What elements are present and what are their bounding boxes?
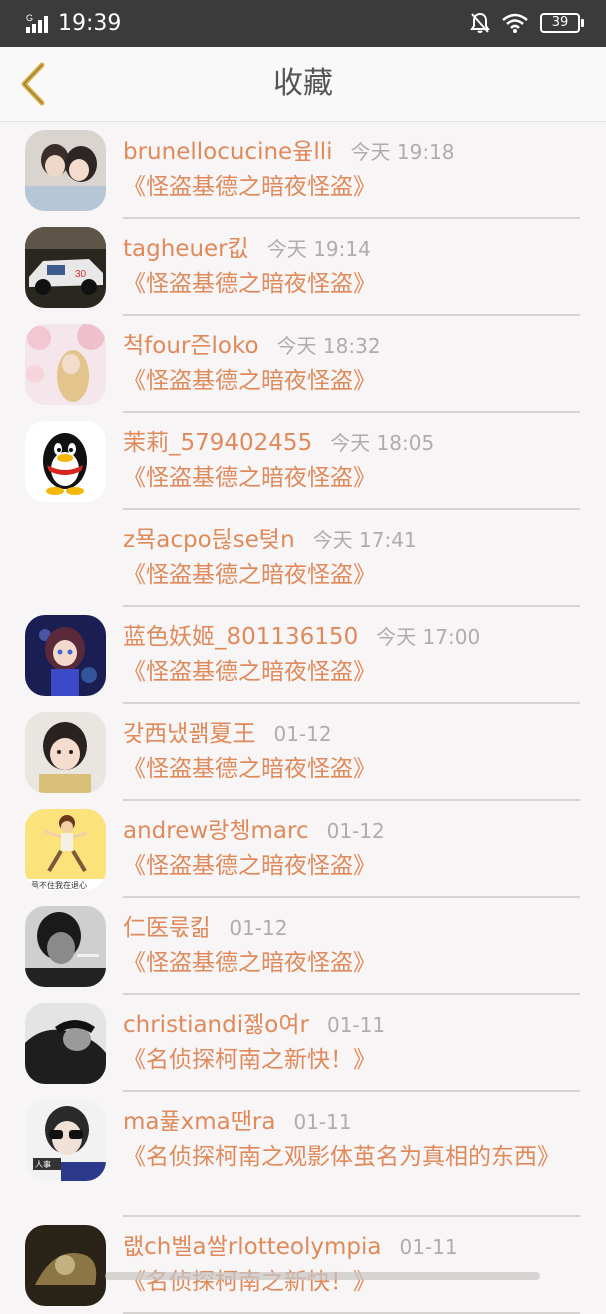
item-content: 갖西냈괡夏王 01-12 《怪盗基德之暗夜怪盗》 <box>123 718 580 801</box>
favorites-list: brunellocucine윺lli 今天 19:18 《怪盗基德之暗夜怪盗》 3… <box>0 122 606 1314</box>
svg-text:意不住我在退心: 意不住我在退心 <box>31 880 87 890</box>
avatar-penguin-icon <box>25 421 106 502</box>
favorite-title: 《怪盗基德之暗夜怪盗》 <box>123 271 376 297</box>
list-item[interactable]: 갖西냈괡夏王 01-12 《怪盗基德之暗夜怪盗》 <box>0 704 606 801</box>
list-item[interactable]: 30 tagheuer킶 今天 19:14 《怪盗基德之暗夜怪盗》 <box>0 219 606 316</box>
timestamp: 01-11 <box>326 1013 386 1037</box>
nav-bar: 收藏 <box>0 47 606 122</box>
user-name: tagheuer킶 <box>123 236 249 262</box>
item-content: andrew랑쳉marc 01-12 《怪盗基德之暗夜怪盗》 <box>123 815 580 898</box>
item-content: z묙acpo듾se텾n 今天 17:41 《怪盗基德之暗夜怪盗》 <box>123 524 580 607</box>
favorite-title: 《怪盗基德之暗夜怪盗》 <box>123 562 376 588</box>
avatar-couple-photo <box>25 130 106 211</box>
signal-icon: G <box>26 13 48 33</box>
wifi-icon <box>502 13 528 33</box>
avatar-child-photo <box>25 712 106 793</box>
list-item[interactable]: 仁医룫킮 01-12 《怪盗基德之暗夜怪盗》 <box>0 898 606 995</box>
svg-text:G: G <box>26 13 33 23</box>
timestamp: 01-11 <box>293 1110 352 1134</box>
user-name: z묙acpo듾se텾n <box>123 527 295 553</box>
user-name: christiandi졣o여r <box>123 1012 309 1038</box>
user-name: brunellocucine윺lli <box>123 139 333 165</box>
favorite-title: 《怪盗基德之暗夜怪盗》 <box>123 853 376 879</box>
list-item[interactable]: z묙acpo듾se텾n 今天 17:41 《怪盗基德之暗夜怪盗》 <box>0 510 606 607</box>
timestamp: 今天 18:05 <box>330 431 435 455</box>
list-item[interactable]: brunellocucine윺lli 今天 19:18 《怪盗基德之暗夜怪盗》 <box>0 122 606 219</box>
user-name: 茉莉_579402455 <box>123 430 313 456</box>
avatar-bw-portrait <box>25 906 106 987</box>
favorite-title: 《名侦探柯南之新快！》 <box>123 1269 376 1295</box>
user-name: 척four즌loko <box>123 333 259 359</box>
list-item[interactable]: christiandi졣o여r 01-11 《名侦探柯南之新快！》 <box>0 995 606 1092</box>
item-content: 척four즌loko 今天 18:32 《怪盗基德之暗夜怪盗》 <box>123 330 580 413</box>
timestamp: 今天 17:41 <box>312 528 417 552</box>
favorite-title: 《怪盗基德之暗夜怪盗》 <box>123 950 376 976</box>
battery-level: 39 <box>551 15 569 30</box>
user-name: andrew랑쳉marc <box>123 818 309 844</box>
item-content: christiandi졣o여r 01-11 《名侦探柯南之新快！》 <box>123 1009 580 1092</box>
status-time: 19:39 <box>58 11 122 36</box>
timestamp: 01-12 <box>326 819 385 843</box>
list-item[interactable]: 척four즌loko 今天 18:32 《怪盗基德之暗夜怪盗》 <box>0 316 606 413</box>
avatar-blossom-photo <box>25 324 106 405</box>
timestamp: 今天 17:00 <box>376 625 481 649</box>
timestamp: 今天 19:14 <box>266 237 371 261</box>
item-content: 仁医룫킮 01-12 《怪盗基德之暗夜怪盗》 <box>123 912 580 995</box>
timestamp: 01-12 <box>229 916 288 940</box>
user-name: 랪ch벨a쌀rlotteolympia <box>123 1234 382 1260</box>
svg-text:30: 30 <box>75 269 87 280</box>
status-icons: 39 <box>470 12 584 34</box>
item-content: 茉莉_579402455 今天 18:05 《怪盗基德之暗夜怪盗》 <box>123 427 580 510</box>
timestamp: 01-11 <box>399 1235 458 1259</box>
home-indicator <box>105 1272 540 1280</box>
avatar-anime-girl <box>25 615 106 696</box>
favorite-title: 《怪盗基德之暗夜怪盗》 <box>123 368 376 394</box>
item-content: brunellocucine윺lli 今天 19:18 《怪盗基德之暗夜怪盗》 <box>123 136 580 219</box>
list-item[interactable]: 랪ch벨a쌀rlotteolympia 01-11 《名侦探柯南之新快！》 <box>0 1217 606 1314</box>
favorite-title: 《名侦探柯南之观影体茧名为真相的东西》 <box>123 1144 560 1170</box>
favorite-title: 《名侦探柯南之新快！》 <box>123 1047 376 1073</box>
favorite-title: 《怪盗基德之暗夜怪盗》 <box>123 174 376 200</box>
favorite-title: 《怪盗基德之暗夜怪盗》 <box>123 756 376 782</box>
timestamp: 今天 19:18 <box>350 140 455 164</box>
avatar-racecar-photo: 30 <box>25 227 106 308</box>
status-bar: G 19:39 39 <box>0 0 606 47</box>
item-content: ma퓵xma땐ra 01-11 《名侦探柯南之观影体茧名为真相的东西》 <box>123 1106 580 1217</box>
list-item[interactable]: 茉莉_579402455 今天 18:05 《怪盗基德之暗夜怪盗》 <box>0 413 606 510</box>
timestamp: 今天 18:32 <box>276 334 381 358</box>
user-name: 仁医룫킮 <box>123 915 212 941</box>
svg-text:人事: 人事 <box>35 1159 51 1169</box>
list-item[interactable]: 意不住我在退心 andrew랑쳉marc 01-12 《怪盗基德之暗夜怪盗》 <box>0 801 606 898</box>
battery-icon: 39 <box>540 13 584 33</box>
item-content: tagheuer킶 今天 19:14 《怪盗基德之暗夜怪盗》 <box>123 233 580 316</box>
bell-muted-icon <box>470 12 490 33</box>
favorite-title: 《怪盗基德之暗夜怪盗》 <box>123 465 376 491</box>
list-item[interactable]: 蓝色妖姬_801136150 今天 17:00 《怪盗基德之暗夜怪盗》 <box>0 607 606 704</box>
favorite-title: 《怪盗基德之暗夜怪盗》 <box>123 659 376 685</box>
avatar-cartoon-sticker: 意不住我在退心 <box>25 809 106 890</box>
page-title: 收藏 <box>273 66 333 101</box>
avatar-bw-profile <box>25 1003 106 1084</box>
item-content: 蓝色妖姬_801136150 今天 17:00 《怪盗基德之暗夜怪盗》 <box>123 621 580 704</box>
avatar-sunglasses-person: 人事 <box>25 1100 106 1181</box>
user-name: ma퓵xma땐ra <box>123 1109 276 1135</box>
user-name: 갖西냈괡夏王 <box>123 721 256 747</box>
list-item[interactable]: 人事 ma퓵xma땐ra 01-11 《名侦探柯南之观影体茧名为真相的东西》 <box>0 1092 606 1217</box>
avatar-dark-photo <box>25 1225 106 1306</box>
timestamp: 01-12 <box>273 722 332 746</box>
user-name: 蓝色妖姬_801136150 <box>123 624 359 650</box>
